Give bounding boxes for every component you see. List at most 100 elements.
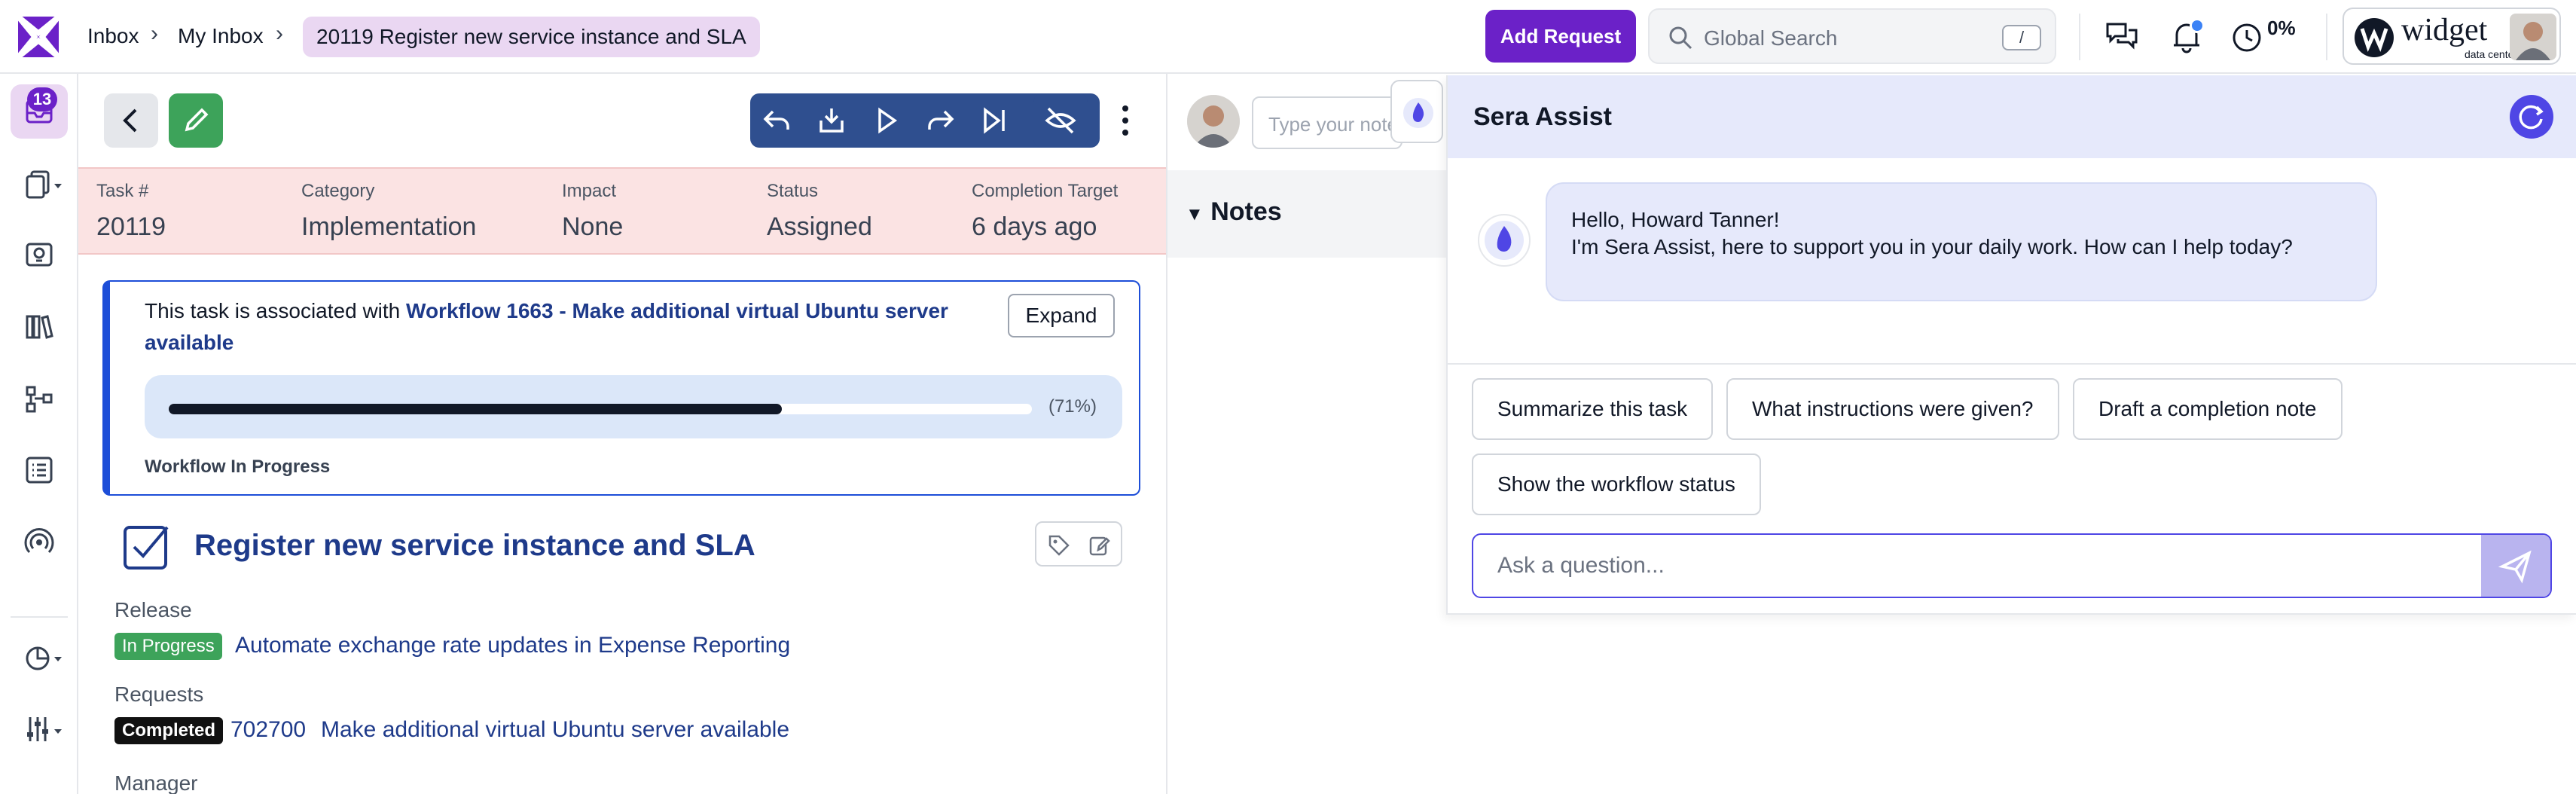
sidebar: 13: [0, 74, 78, 794]
sidebar-item-settings[interactable]: [11, 702, 68, 756]
sidebar-item-documents[interactable]: [11, 157, 68, 211]
chevron-left-icon: [123, 108, 137, 133]
meta-label: Completion Target: [972, 181, 1119, 201]
sidebar-item-workflows[interactable]: [11, 372, 68, 426]
send-icon: [2498, 550, 2532, 584]
suggestion-instructions[interactable]: What instructions were given?: [1726, 378, 2059, 440]
sera-question-field: [1472, 533, 2552, 598]
forward-icon: [928, 110, 954, 130]
sera-flame-icon: [1403, 98, 1433, 128]
request-link[interactable]: Make additional virtual Ubuntu server av…: [321, 717, 789, 743]
search-shortcut-key: /: [2002, 25, 2041, 50]
app-logo-icon[interactable]: [17, 15, 60, 59]
breadcrumb-my-inbox[interactable]: My Inbox: [178, 24, 264, 48]
meta-value: Implementation: [301, 212, 477, 241]
sidebar-item-inbox[interactable]: 13: [11, 84, 68, 139]
breadcrumb-inbox[interactable]: Inbox: [87, 24, 139, 48]
note-input[interactable]: Type your note: [1252, 96, 1402, 149]
meta-status: Status Assigned: [767, 181, 872, 242]
library-books-icon: [26, 315, 53, 339]
meta-value: 20119: [96, 212, 166, 241]
add-request-button[interactable]: Add Request: [1485, 10, 1636, 63]
task-meta-bar: Task # 20119 Category Implementation Imp…: [78, 167, 1166, 255]
sera-question-input[interactable]: [1473, 535, 2483, 597]
documents-icon: [26, 170, 62, 199]
sidebar-item-analytics[interactable]: [11, 630, 68, 684]
meta-task-number: Task # 20119: [96, 181, 166, 242]
refresh-icon: [2519, 105, 2544, 130]
sidebar-item-broadcast[interactable]: [11, 515, 68, 570]
breadcrumb-current: 20119 Register new service instance and …: [303, 17, 760, 57]
meta-label: Status: [767, 181, 819, 201]
brand-logo-icon: [2355, 18, 2394, 57]
user-avatar[interactable]: [2510, 14, 2556, 60]
skip-end-icon: [984, 107, 1005, 134]
suggestion-workflow-status[interactable]: Show the workflow status: [1472, 453, 1761, 515]
inbox-download-icon: [819, 108, 844, 133]
inbox-count-badge: 13: [27, 87, 57, 111]
divider: [2326, 14, 2327, 60]
progress-fill: [169, 404, 782, 414]
global-search-input[interactable]: Global Search /: [1648, 8, 2056, 64]
sera-flame-icon: [1485, 221, 1524, 260]
greeting-line: I'm Sera Assist, here to support you in …: [1571, 235, 2293, 258]
expand-button[interactable]: Expand: [1008, 294, 1115, 337]
sliders-icon: [27, 717, 62, 741]
notification-dot: [2190, 18, 2205, 33]
timer-percent: 0%: [2267, 17, 2296, 39]
meta-impact: Impact None: [562, 181, 623, 242]
sera-greeting-message: Hello, Howard Tanner! I'm Sera Assist, h…: [1546, 182, 2377, 301]
workflow-icon: [26, 386, 53, 413]
accept-button[interactable]: [804, 93, 859, 148]
suggestion-summarize-task[interactable]: Summarize this task: [1472, 378, 1714, 440]
divider: [1448, 363, 2576, 365]
tag-icon[interactable]: [1047, 533, 1071, 557]
pie-chart-icon: [26, 646, 62, 670]
task-checkbox-icon: [124, 526, 169, 570]
meta-category: Category Implementation: [301, 181, 476, 242]
manager-label: Manager: [114, 771, 198, 794]
timer-icon[interactable]: [2230, 20, 2264, 54]
chat-bubbles-icon[interactable]: [2104, 20, 2139, 54]
sera-reset-button[interactable]: [2510, 95, 2553, 139]
edit-button[interactable]: [169, 93, 223, 148]
meta-value: 6 days ago: [972, 212, 1097, 241]
workflow-card: This task is associated with Workflow 16…: [102, 280, 1140, 496]
notes-header[interactable]: ▼ Notes: [1167, 170, 1446, 258]
sidebar-item-ideas[interactable]: [11, 228, 68, 282]
more-options-icon[interactable]: [1110, 101, 1140, 140]
meta-completion-target: Completion Target 6 days ago: [972, 181, 1118, 242]
suggestion-draft-note[interactable]: Draft a completion note: [2073, 378, 2343, 440]
meta-label: Task #: [96, 181, 149, 201]
divider: [2079, 14, 2080, 60]
forward-button[interactable]: [913, 93, 967, 148]
sidebar-item-library[interactable]: [11, 300, 68, 354]
release-status-badge: In Progress: [114, 633, 222, 660]
start-button[interactable]: [859, 93, 913, 148]
tag-actions: [1035, 521, 1122, 566]
chevron-right-icon: ›: [276, 21, 283, 46]
hide-button[interactable]: [1033, 93, 1088, 148]
meta-label: Category: [301, 181, 375, 201]
meta-label: Impact: [562, 181, 617, 201]
release-link[interactable]: Automate exchange rate updates in Expens…: [235, 633, 790, 658]
search-icon: [1669, 26, 1692, 50]
request-status-badge: Completed: [114, 717, 224, 744]
workflow-progress: (71%): [145, 375, 1122, 438]
meta-value: None: [562, 212, 624, 241]
complete-button[interactable]: [967, 93, 1021, 148]
back-button[interactable]: [104, 93, 158, 148]
brand-account-menu[interactable]: widget data center: [2343, 8, 2561, 65]
broadcast-icon: [24, 528, 54, 554]
request-id-link[interactable]: 702700: [230, 717, 306, 743]
search-placeholder: Global Search: [1704, 26, 1838, 50]
edit-tags-icon[interactable]: [1088, 533, 1112, 557]
sidebar-item-reports[interactable]: [11, 443, 68, 497]
reply-button[interactable]: [750, 93, 804, 148]
reply-icon: [763, 110, 789, 130]
caret-down-icon: ▼: [1186, 204, 1204, 224]
send-button[interactable]: [2481, 535, 2550, 597]
brand-name: widget: [2401, 13, 2488, 47]
sera-assist-toggle[interactable]: [1390, 80, 1443, 143]
workflow-prefix: This task is associated with: [145, 299, 407, 322]
